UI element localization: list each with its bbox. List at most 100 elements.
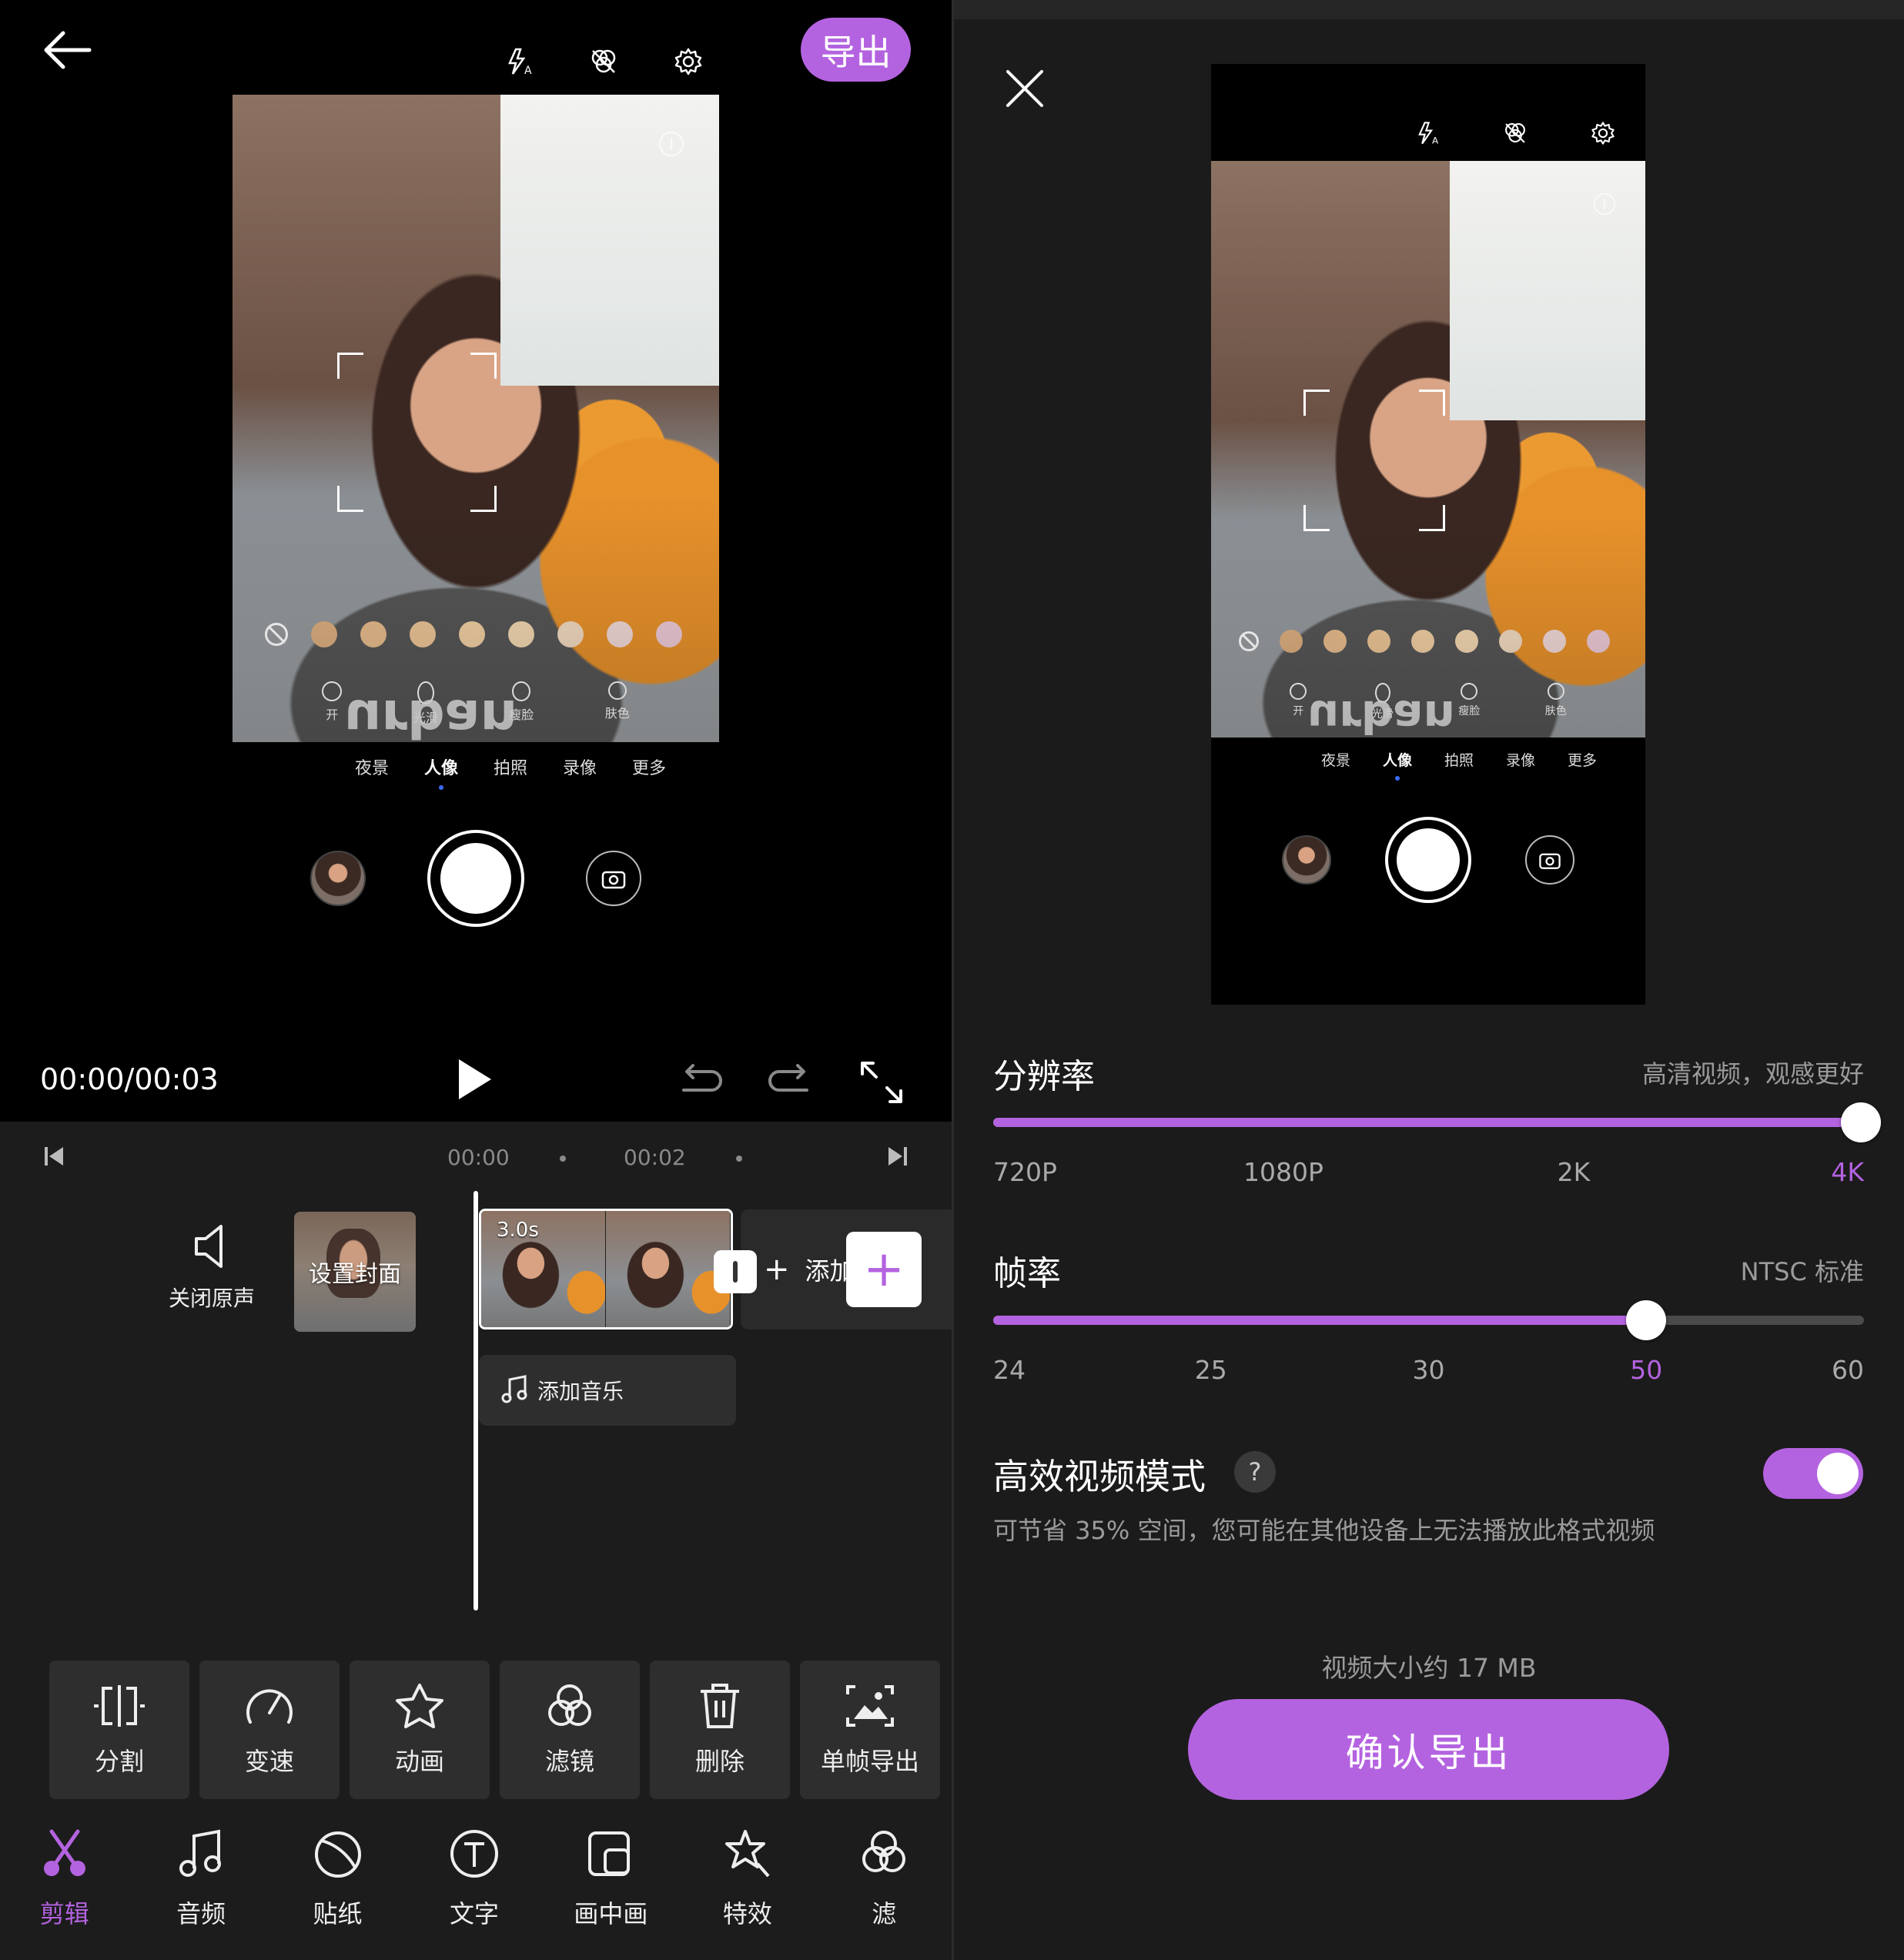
- status-strip: [954, 0, 1904, 19]
- gallery-thumbnail[interactable]: [1282, 835, 1331, 885]
- tone-swatch[interactable]: [557, 621, 584, 647]
- tone-swatch[interactable]: [607, 621, 633, 647]
- tone-swatch[interactable]: [1367, 630, 1390, 653]
- tone-swatch[interactable]: [1323, 630, 1347, 653]
- switch-camera-icon[interactable]: [586, 851, 641, 906]
- tone-swatch[interactable]: [508, 621, 534, 647]
- mode-video[interactable]: 录像: [1490, 749, 1551, 770]
- filter-button[interactable]: 滤镜: [500, 1661, 640, 1799]
- mute-original-audio-button[interactable]: 关闭原声: [154, 1222, 269, 1330]
- resolution-option[interactable]: 2K: [1558, 1157, 1591, 1187]
- mode-portrait[interactable]: 人像: [1367, 749, 1428, 781]
- beauty-option[interactable]: 瘦脸: [1458, 683, 1480, 721]
- beauty-option[interactable]: 肤色: [605, 681, 630, 726]
- tone-swatch[interactable]: [1499, 630, 1522, 653]
- frame-rate-option[interactable]: 25: [1195, 1355, 1227, 1385]
- mode-more[interactable]: 更多: [1551, 749, 1613, 770]
- resolution-slider-fill: [993, 1118, 1864, 1127]
- frame-export-button[interactable]: 单帧导出: [800, 1661, 940, 1799]
- back-arrow-icon[interactable]: [38, 19, 100, 81]
- tone-swatch[interactable]: [459, 621, 485, 647]
- skip-to-end-icon[interactable]: [885, 1145, 908, 1168]
- add-music-button[interactable]: 添加音乐: [479, 1355, 736, 1426]
- animation-button[interactable]: 动画: [350, 1661, 490, 1799]
- tone-swatch[interactable]: [656, 621, 682, 647]
- frame-rate-option[interactable]: 24: [993, 1355, 1026, 1385]
- mode-photo[interactable]: 拍照: [476, 754, 545, 779]
- frame-rate-slider-knob[interactable]: [1626, 1300, 1667, 1340]
- video-clip[interactable]: 3.0s: [479, 1209, 733, 1330]
- shutter-row: [233, 830, 719, 927]
- nav-label: 音频: [176, 1899, 226, 1928]
- mode-photo[interactable]: 拍照: [1428, 749, 1490, 770]
- mode-portrait[interactable]: 人像: [407, 754, 476, 790]
- confirm-export-button[interactable]: 确认导出: [1188, 1699, 1669, 1800]
- tone-swatch[interactable]: [360, 621, 386, 647]
- resolution-option[interactable]: 1080P: [1243, 1157, 1323, 1187]
- switch-camera-icon[interactable]: [1525, 835, 1574, 885]
- beauty-option[interactable]: 光滑: [1372, 683, 1394, 721]
- set-cover-button[interactable]: 设置封面: [294, 1212, 416, 1332]
- skip-to-start-icon[interactable]: [43, 1145, 66, 1168]
- shutter-button[interactable]: [427, 830, 524, 927]
- speed-button[interactable]: 变速: [199, 1661, 340, 1799]
- beauty-option[interactable]: 开: [1290, 683, 1307, 721]
- frame-rate-slider[interactable]: [993, 1300, 1864, 1340]
- tone-none-icon[interactable]: [265, 623, 288, 646]
- shutter-button[interactable]: [1385, 817, 1471, 903]
- nav-effects[interactable]: 特效: [679, 1828, 815, 1960]
- delete-button[interactable]: 删除: [650, 1661, 790, 1799]
- redo-icon[interactable]: [767, 1064, 813, 1098]
- frame-export-icon: [846, 1685, 894, 1727]
- beauty-option[interactable]: 光滑: [413, 681, 438, 726]
- mode-night[interactable]: 夜景: [1305, 749, 1367, 770]
- export-button[interactable]: 导出: [801, 18, 911, 82]
- resolution-option[interactable]: 4K: [1831, 1157, 1864, 1187]
- nav-edit[interactable]: 剪辑: [0, 1828, 132, 1960]
- mode-video[interactable]: 录像: [545, 754, 614, 779]
- frame-rate-option[interactable]: 60: [1832, 1355, 1864, 1385]
- ruler-time-0: 00:00: [447, 1145, 510, 1170]
- music-note-icon: [501, 1375, 527, 1403]
- tone-swatch[interactable]: [410, 621, 436, 647]
- tone-swatch[interactable]: [311, 621, 337, 647]
- frame-rate-option[interactable]: 50: [1630, 1355, 1662, 1385]
- efficient-video-mode-description: 可节省 35% 空间，您可能在其他设备上无法播放此格式视频: [993, 1516, 1655, 1545]
- close-icon[interactable]: [1002, 65, 1048, 112]
- tone-swatch[interactable]: [1455, 630, 1478, 653]
- tone-none-icon[interactable]: [1239, 631, 1259, 651]
- gallery-thumbnail[interactable]: [310, 851, 366, 906]
- mode-night[interactable]: 夜景: [337, 754, 407, 779]
- efficient-video-mode-toggle[interactable]: [1763, 1448, 1863, 1499]
- nav-sticker[interactable]: 贴纸: [269, 1828, 406, 1960]
- nav-text[interactable]: 文字: [406, 1828, 542, 1960]
- clip-frame: [606, 1211, 731, 1327]
- frame-rate-option[interactable]: 30: [1413, 1355, 1445, 1385]
- tone-swatch[interactable]: [1280, 630, 1303, 653]
- nav-picture-in-picture[interactable]: 画中画: [543, 1828, 679, 1960]
- beauty-option[interactable]: 肤色: [1545, 683, 1567, 721]
- tone-swatch[interactable]: [1543, 630, 1566, 653]
- beauty-option[interactable]: 开: [322, 681, 343, 726]
- undo-icon[interactable]: [678, 1064, 724, 1098]
- resolution-option[interactable]: 720P: [993, 1157, 1057, 1187]
- playhead[interactable]: [473, 1191, 478, 1610]
- mode-more[interactable]: 更多: [614, 754, 684, 779]
- add-clip-plus-button[interactable]: +: [846, 1232, 922, 1307]
- nav-filter[interactable]: 滤: [816, 1828, 952, 1960]
- split-icon: [94, 1685, 145, 1727]
- nav-label: 文字: [449, 1899, 499, 1928]
- resolution-slider[interactable]: [993, 1102, 1881, 1142]
- tone-swatch[interactable]: [1411, 630, 1434, 653]
- bottom-nav: 剪辑 音频 贴纸 文字 画中画 特效 滤: [0, 1828, 952, 1960]
- split-button[interactable]: 分割: [49, 1661, 189, 1799]
- help-icon[interactable]: ?: [1234, 1451, 1276, 1493]
- play-icon[interactable]: [454, 1056, 494, 1102]
- frame-rate-hint: NTSC 标准: [1740, 1257, 1864, 1286]
- nav-audio[interactable]: 音频: [132, 1828, 269, 1960]
- fullscreen-icon[interactable]: [858, 1059, 905, 1106]
- beauty-option[interactable]: 瘦脸: [509, 681, 534, 726]
- clip-trim-handle[interactable]: [714, 1250, 757, 1293]
- tone-swatch[interactable]: [1587, 630, 1610, 653]
- resolution-slider-knob[interactable]: [1841, 1102, 1881, 1142]
